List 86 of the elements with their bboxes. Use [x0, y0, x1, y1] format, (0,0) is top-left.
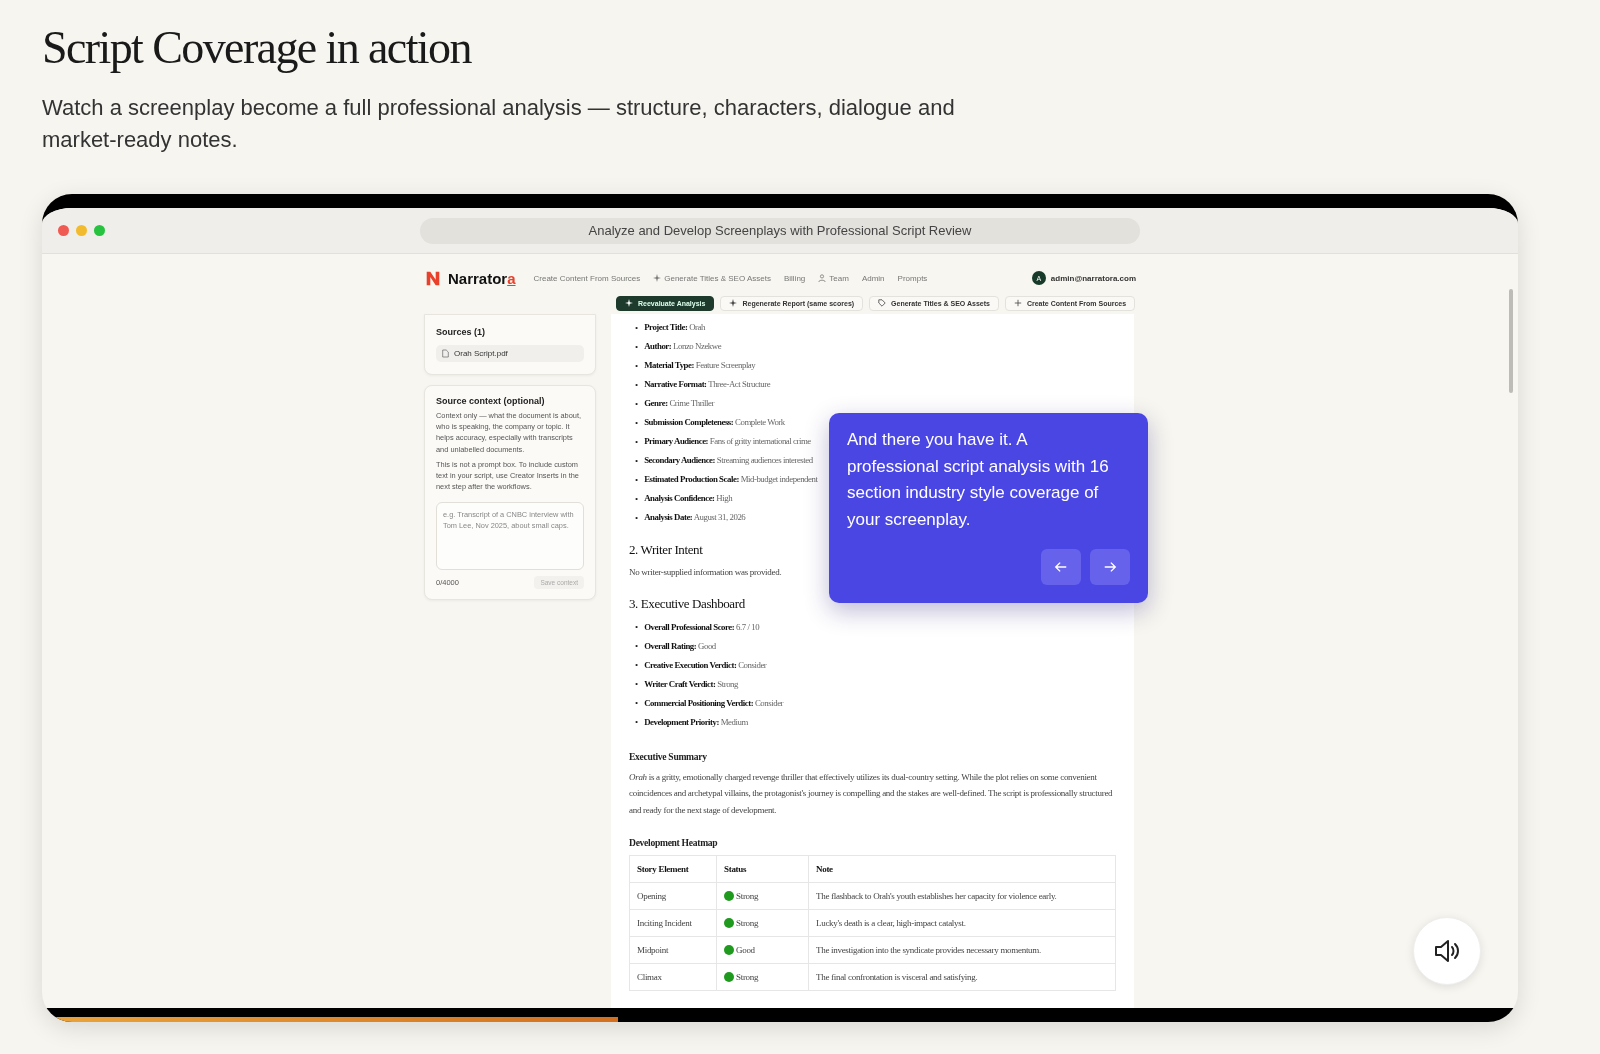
report-field: Material Type: Feature Screenplay [644, 359, 758, 372]
status-text: Strong [736, 918, 759, 928]
nav-link[interactable]: Generate Titles & SEO Assets [653, 273, 771, 283]
list-bullet: • [635, 340, 639, 353]
list-bullet: • [635, 678, 639, 690]
report-field: Overall Professional Score: 6.7 / 10 [644, 620, 762, 634]
report-field: Analysis Confidence: High [644, 492, 735, 505]
table-cell: Opening [629, 882, 717, 910]
report-field: Primary Audience: Fans of gritty international crime [644, 435, 813, 448]
close-dot-icon [58, 225, 69, 236]
nav-link[interactable]: Prompts [897, 273, 928, 283]
list-bullet: • [635, 454, 639, 467]
list-bullet: • [635, 397, 639, 410]
status-text: Good [736, 945, 755, 955]
table-cell: The flashback to Orah's youth establishes her capacity for violence early. [808, 882, 1116, 910]
sources-heading: Sources (1) [436, 327, 487, 337]
minimize-dot-icon [76, 225, 87, 236]
scrollbar[interactable] [1509, 289, 1513, 393]
tooltip-text: And there you have it. A professional script analysis with 16 section industry style coverage of your screenplay. [847, 429, 1110, 531]
arrow-left-icon [1054, 560, 1068, 574]
page-title: Script Coverage in action [42, 21, 473, 75]
list-bullet: • [635, 492, 639, 505]
report-field: Development Priority: Medium [644, 715, 750, 729]
nav-link[interactable]: Create Content From Sources [533, 273, 641, 283]
tag-icon [878, 299, 887, 307]
report-field: Analysis Date:August 31, 2026 [644, 511, 748, 524]
list-bullet: • [635, 321, 639, 334]
sparkle-icon [625, 299, 633, 307]
table-cell: Lucky's death is a clear, high-impact catalyst. [808, 909, 1116, 937]
nav-link[interactable]: Billing [783, 273, 806, 283]
arrow-right-icon [1103, 560, 1117, 574]
sparkle-icon [729, 299, 738, 307]
column-header: Story Element [629, 855, 717, 883]
section-heading: 3. Executive Dashboard [629, 594, 746, 612]
report-field: Estimated Production Scale: Mid-budget independent [644, 473, 820, 486]
subsection-heading: Executive Summary [629, 749, 708, 763]
list-bullet: • [635, 697, 639, 709]
list-bullet: • [635, 473, 639, 486]
list-bullet: • [635, 511, 639, 524]
report-field: Secondary Audience: Streaming audiences interested [644, 454, 815, 467]
subsection-heading: Development Heatmap [629, 836, 719, 849]
table-cell: Climax [629, 963, 717, 991]
source-file[interactable]: Orah Script.pdf [436, 345, 584, 362]
report-field: Commercial Positioning Verdict: Consider [644, 696, 786, 710]
report-field: Genre: Crime Thriller [644, 397, 717, 410]
list-bullet: • [635, 640, 639, 652]
nav-link[interactable]: Admin [861, 273, 885, 283]
report-field: Author: Lonzo Nzekwe [644, 340, 724, 353]
report-field: Project Title: Orah [644, 321, 707, 334]
column-header: Status [716, 855, 809, 883]
plus-icon [1013, 299, 1022, 307]
list-bullet: • [635, 621, 639, 633]
table-cell: The investigation into the syndicate provides necessary momentum. [808, 936, 1116, 964]
report-field: Submission Completeness: Complete Work [644, 416, 787, 429]
report-paragraph: Orah is a gritty, emotionally charged revenge thriller that effectively utilizes its dual-country setting. While the plot relies on some convenient coincidences and archetypal villains, the protagonist's journey is compelling and the stakes are well-defined. The script is professionally structured and ready for the next stage of development. [629, 770, 1114, 817]
list-bullet: • [635, 378, 639, 391]
status-text: Strong [736, 891, 759, 901]
list-bullet: • [635, 659, 639, 671]
list-bullet: • [635, 359, 639, 372]
context-heading: Source context (optional) [436, 396, 546, 406]
document-icon [442, 349, 449, 358]
column-header: Note [808, 855, 1116, 883]
report-field: Overall Rating: Good [644, 639, 718, 653]
status-text: Strong [736, 972, 759, 982]
table-cell: The final confrontation is visceral and satisfying. [808, 963, 1116, 991]
table-cell: Midpoint [629, 936, 717, 964]
nav-link[interactable]: Team [818, 273, 849, 283]
logo-icon[interactable] [424, 269, 442, 287]
next-button[interactable] [1090, 549, 1130, 585]
previous-button[interactable] [1041, 549, 1081, 585]
person-icon [818, 274, 827, 282]
report-field: Creative Execution Verdict: Consider [644, 658, 769, 672]
maximize-dot-icon [94, 225, 105, 236]
section-heading: 2. Writer Intent [629, 541, 704, 558]
list-bullet: • [635, 716, 639, 728]
address-bar[interactable]: Analyze and Develop Screenplays with Professional Script Review [420, 217, 1140, 244]
list-bullet: • [635, 435, 639, 448]
report-paragraph: No writer-supplied information was provided. [629, 566, 782, 579]
sparkle-icon [653, 274, 662, 282]
user-email: admin@narratora.com [1050, 273, 1136, 283]
page-subtitle: Watch a screenplay become a full professional analysis — structure, characters, dialogue and market-ready notes. [42, 94, 956, 154]
table-cell: Inciting Incident [629, 909, 717, 937]
list-bullet: • [635, 416, 639, 429]
report-field: Writer Craft Verdict: Strong [644, 677, 740, 691]
brand-name: Narratora [448, 269, 516, 287]
report-field: Narrative Format: Three-Act Structure [644, 378, 773, 391]
